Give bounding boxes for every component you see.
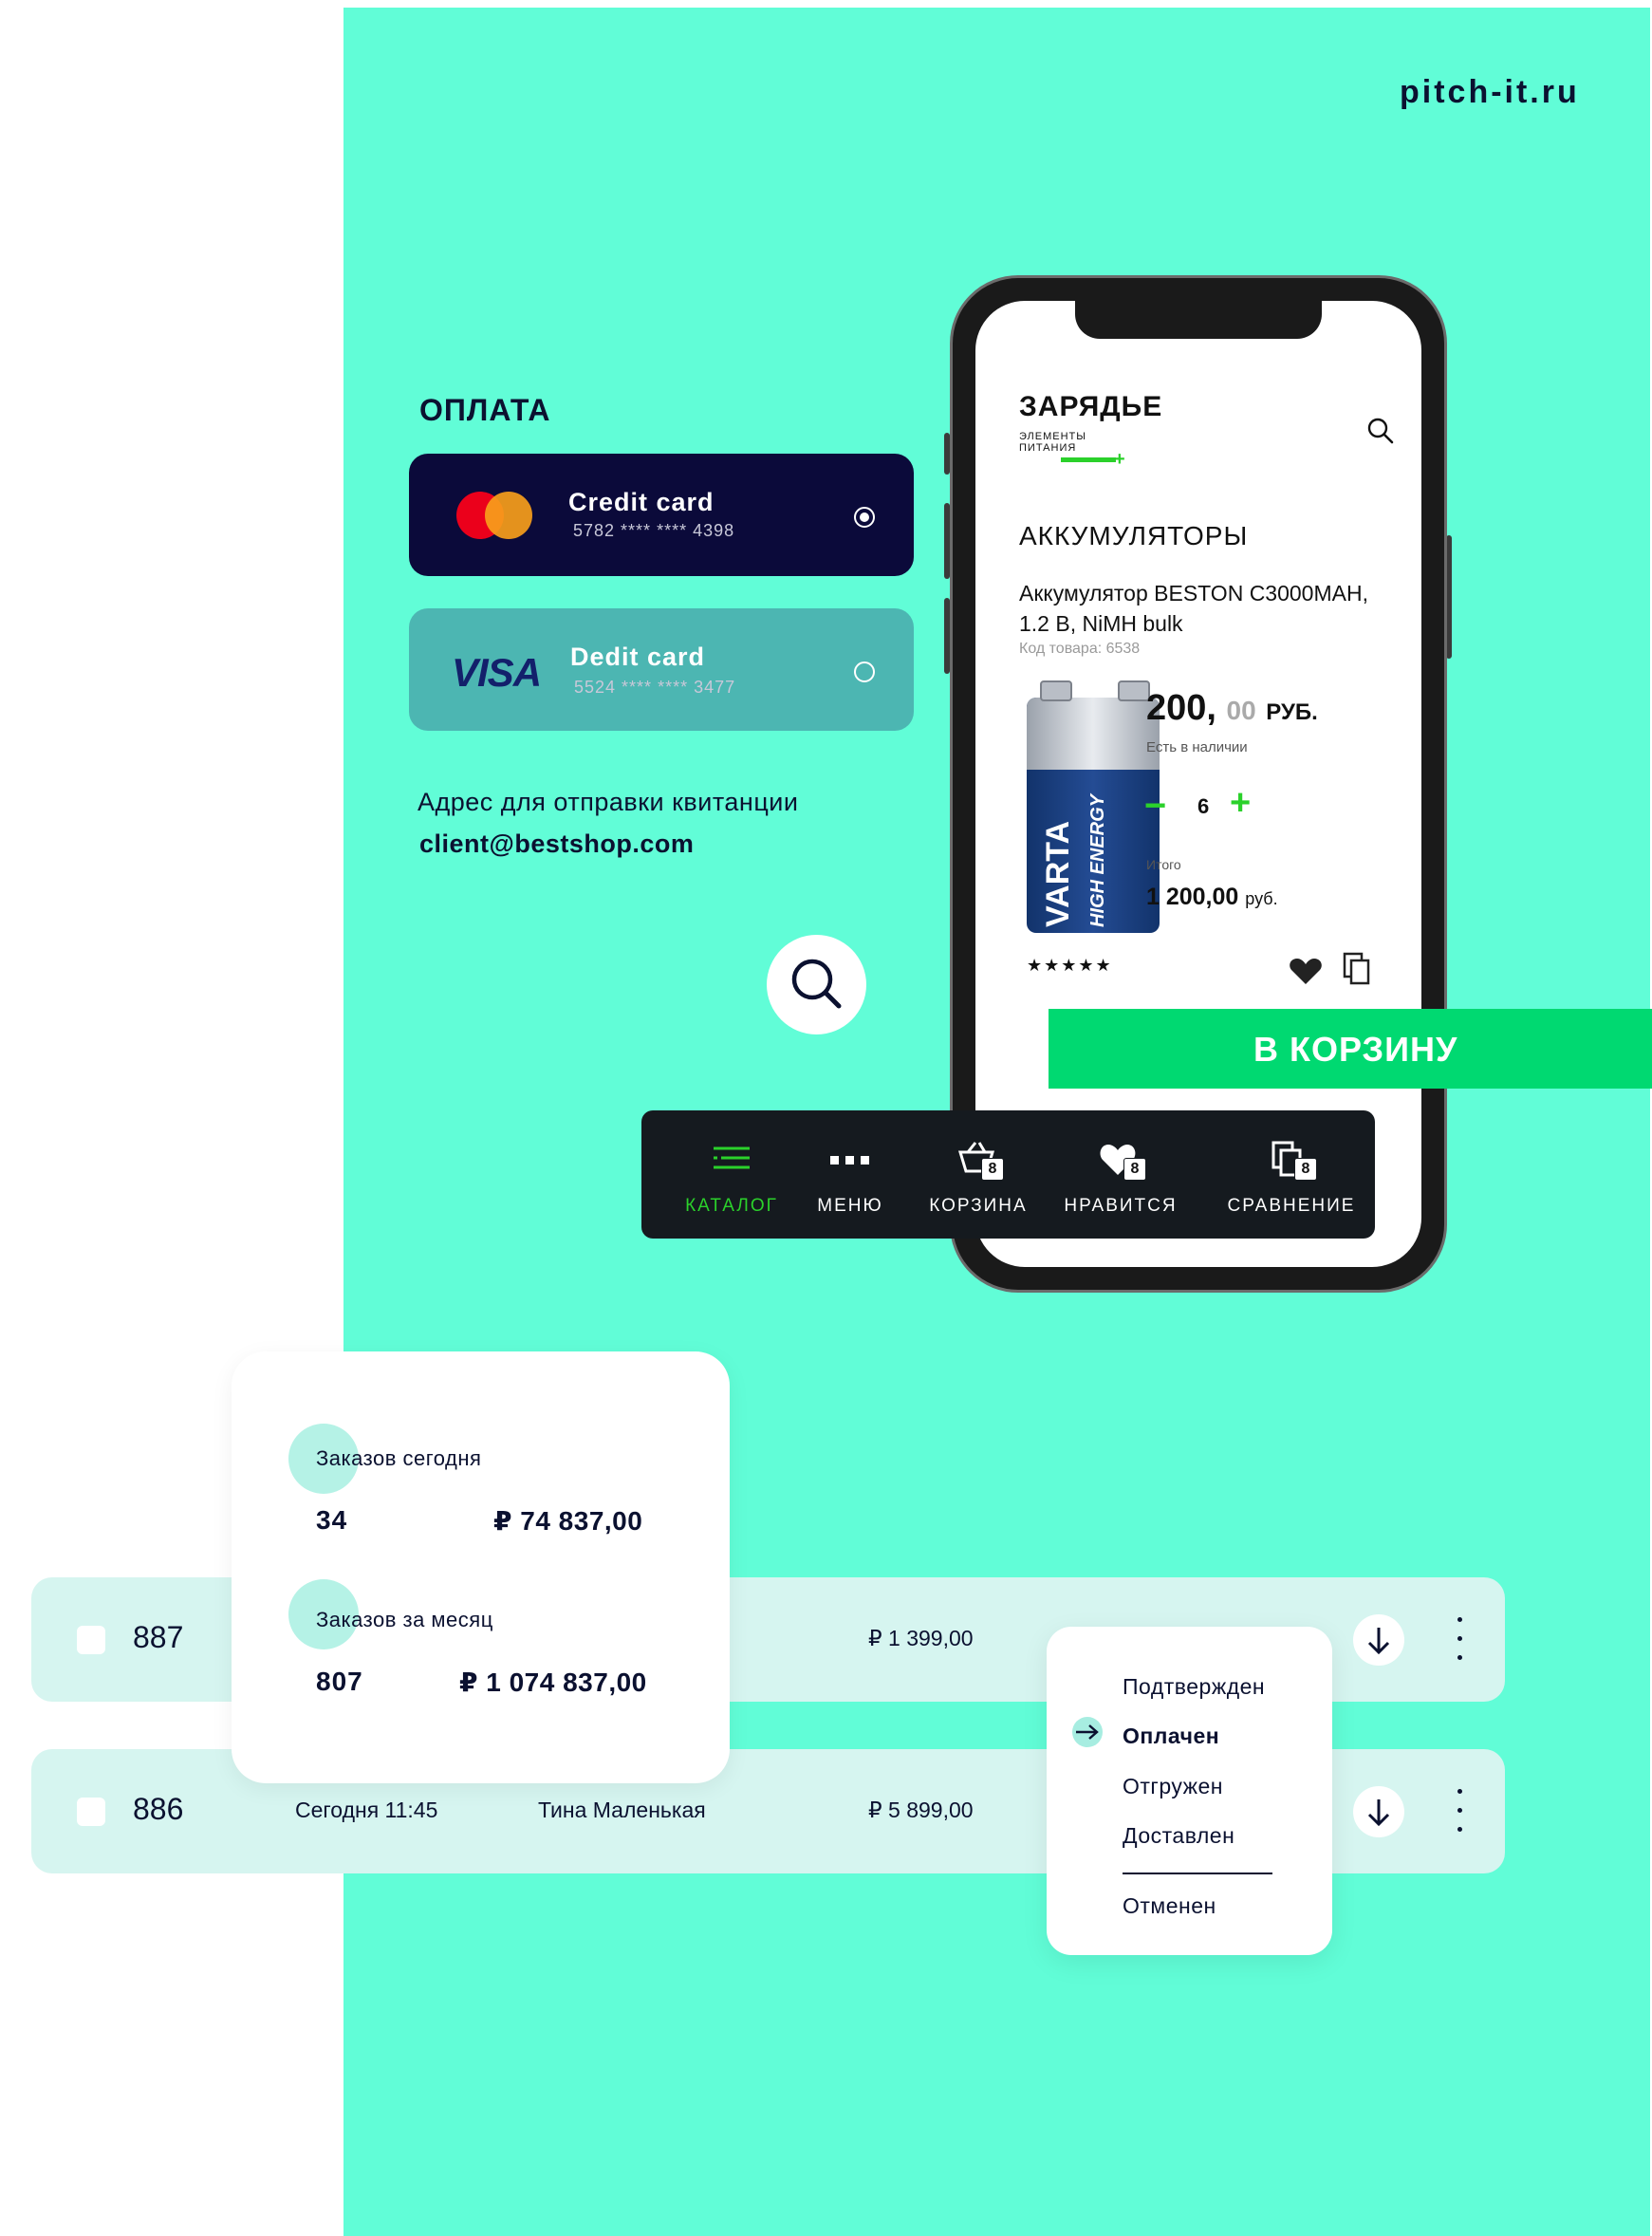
product-price: 200, 00 РУБ. (1146, 688, 1318, 728)
product-code: Код товара: 6538 (1019, 641, 1141, 657)
stat-today-count: 34 (316, 1505, 348, 1535)
add-to-cart-button[interactable]: В КОРЗИНУ (1049, 1009, 1652, 1089)
order-amount: ₽ 1 399,00 (868, 1626, 974, 1650)
download-button[interactable] (1353, 1786, 1404, 1837)
favorites-badge: 8 (1123, 1158, 1146, 1181)
kebab-dot (1457, 1617, 1462, 1622)
order-id: 887 (133, 1620, 184, 1654)
shop-logo[interactable]: ЗАРЯДЬЕ (1019, 391, 1162, 423)
stat-month-count: 807 (316, 1667, 363, 1696)
stat-month-sum: ₽ 1 074 837,00 (459, 1668, 647, 1697)
compare-badge: 8 (1294, 1158, 1317, 1181)
battery-line-label: HIGH ENERGY (1087, 793, 1108, 927)
more-menu-button[interactable] (1455, 1615, 1464, 1663)
visa-icon: VISA (452, 650, 542, 695)
card-label: Credit card (568, 488, 715, 516)
card-label: Dedit card (570, 643, 706, 671)
phone-notch (1075, 301, 1322, 339)
tab-basket[interactable]: 8 КОРЗИНА (917, 1110, 1040, 1239)
arrow-right-icon (1076, 1724, 1099, 1740)
search-icon (791, 959, 842, 1009)
kebab-dot (1457, 1808, 1462, 1813)
row-checkbox[interactable] (77, 1798, 105, 1826)
tab-catalog[interactable]: КАТАЛОГ (670, 1110, 793, 1239)
logo-accent-bar (1061, 457, 1116, 462)
status-option-delivered[interactable]: Доставлен (1123, 1823, 1234, 1849)
radio-selected[interactable] (854, 507, 875, 528)
receipt-address-label: Адрес для отправки квитанции (418, 788, 799, 816)
product-image-top (1027, 698, 1160, 770)
search-icon[interactable] (1366, 417, 1395, 445)
tab-label: МЕНЮ (817, 1196, 883, 1216)
battery-brand-label: VARTA (1040, 820, 1076, 927)
download-button[interactable] (1353, 1614, 1404, 1666)
price-currency: РУБ. (1266, 699, 1318, 725)
status-option-paid[interactable]: Оплачен (1123, 1724, 1219, 1749)
tab-label: КОРЗИНА (929, 1196, 1028, 1216)
search-button[interactable] (767, 935, 866, 1034)
payment-title: ОПЛАТА (419, 393, 551, 427)
brand-link[interactable]: pitch-it.ru (1400, 74, 1580, 111)
stock-status: Есть в наличии (1146, 739, 1248, 755)
kebab-dot (1457, 1827, 1462, 1832)
qty-minus-button[interactable]: − (1144, 785, 1166, 828)
order-customer: Тина Маленькая (538, 1798, 706, 1822)
menu-divider (1123, 1873, 1272, 1874)
price-decimals: 00 (1226, 696, 1256, 725)
status-dropdown: Подтвержден Оплачен Отгружен Доставлен О… (1047, 1627, 1332, 1955)
radio-unselected[interactable] (854, 661, 875, 682)
status-option-cancelled[interactable]: Отменен (1123, 1893, 1216, 1919)
list-icon (714, 1146, 750, 1169)
status-option-confirmed[interactable]: Подтвержден (1123, 1674, 1265, 1700)
category-title: АККУМУЛЯТОРЫ (1019, 521, 1249, 550)
heart-icon[interactable] (1289, 958, 1323, 986)
qty-value: 6 (1197, 794, 1210, 818)
basket-icon: 8 (955, 1141, 1004, 1181)
card-number: 5524 **** **** 3477 (574, 678, 736, 697)
row-checkbox[interactable] (77, 1626, 105, 1654)
tab-label: КАТАЛОГ (685, 1196, 778, 1216)
total-label: Итого (1146, 857, 1181, 872)
shop-logo-subtitle: ЭЛЕМЕНТЫ ПИТАНИЯ (1019, 431, 1086, 454)
order-date: Сегодня 11:45 (295, 1798, 438, 1822)
arrow-down-icon (1367, 1628, 1390, 1655)
total-value: 1 200,00 руб. (1146, 884, 1278, 910)
tab-compare[interactable]: 8 СРАВНЕНИЕ (1220, 1110, 1363, 1239)
current-status-marker (1072, 1717, 1103, 1747)
logo-plus: + (1114, 449, 1125, 470)
order-id: 886 (133, 1792, 184, 1826)
kebab-dot (1457, 1655, 1462, 1660)
more-menu-button[interactable] (1455, 1787, 1464, 1835)
basket-badge: 8 (981, 1158, 1004, 1181)
stat-month-label: Заказов за месяц (316, 1608, 493, 1631)
compare-icon: 8 (1268, 1141, 1317, 1181)
heart-icon: 8 (1097, 1141, 1146, 1181)
bottom-tab-bar: КАТАЛОГ МЕНЮ 8 КОРЗИНА 8 НРАВИТСЯ 8 СРАВ… (641, 1110, 1375, 1239)
stat-today-sum: ₽ 74 837,00 (493, 1506, 643, 1536)
tab-label: СРАВНЕНИЕ (1227, 1196, 1356, 1216)
orders-stats-card: Заказов сегодня 34 ₽ 74 837,00 Заказов з… (232, 1351, 730, 1783)
status-option-shipped[interactable]: Отгружен (1123, 1774, 1223, 1799)
dots-icon (830, 1156, 869, 1165)
mastercard-icon-circle (485, 492, 532, 539)
product-name: Аккумулятор BESTON C3000MAH, 1.2 В, NiMH… (1019, 581, 1368, 636)
qty-plus-button[interactable]: + (1230, 783, 1251, 824)
order-amount: ₽ 5 899,00 (868, 1798, 974, 1822)
card-number: 5782 **** **** 4398 (573, 521, 735, 540)
kebab-dot (1457, 1789, 1462, 1794)
tab-favorites[interactable]: 8 НРАВИТСЯ (1059, 1110, 1182, 1239)
stat-today-label: Заказов сегодня (316, 1446, 482, 1470)
battery-terminal (1040, 680, 1072, 701)
tab-label: НРАВИТСЯ (1064, 1196, 1178, 1216)
receipt-email[interactable]: client@bestshop.com (419, 829, 694, 859)
credit-card-option[interactable]: Credit card 5782 **** **** 4398 (409, 454, 914, 576)
arrow-down-icon (1367, 1799, 1390, 1827)
compare-icon[interactable] (1343, 952, 1371, 986)
tab-menu[interactable]: МЕНЮ (803, 1110, 898, 1239)
battery-terminal (1118, 680, 1150, 701)
kebab-dot (1457, 1636, 1462, 1641)
rating-stars: ★★★★★ (1027, 956, 1113, 975)
debit-card-option[interactable]: VISA Dedit card 5524 **** **** 3477 (409, 608, 914, 731)
